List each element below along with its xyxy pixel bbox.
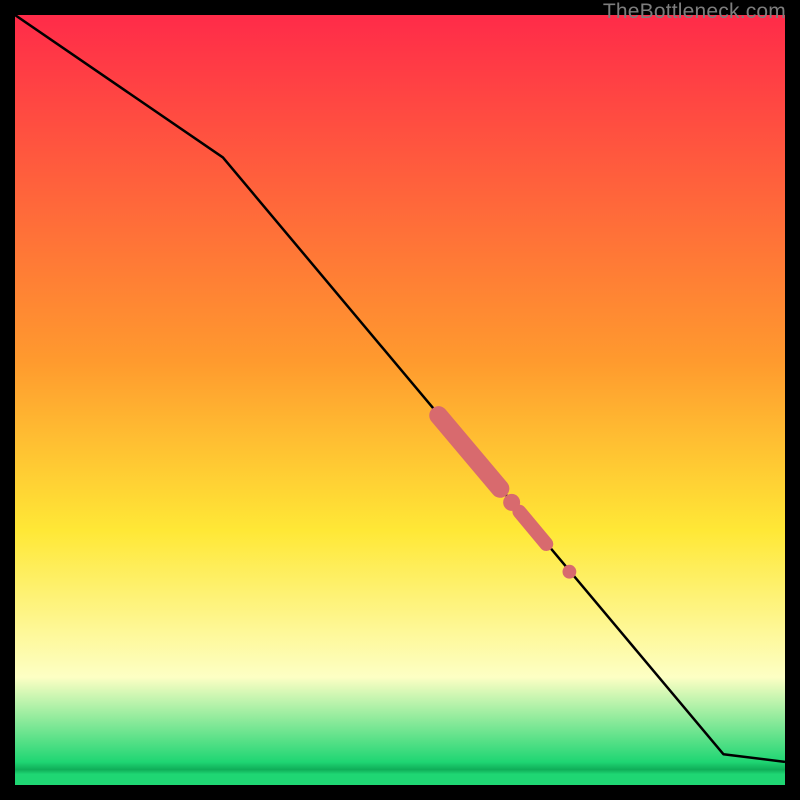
highlight-dot-3 [563, 565, 577, 579]
watermark-text: TheBottleneck.com [603, 0, 786, 24]
highlight-segment-0 [439, 415, 501, 488]
highlight-segment-2 [519, 512, 546, 544]
chart-frame: TheBottleneck.com [0, 0, 800, 800]
bottleneck-curve [15, 15, 785, 762]
plot-area [15, 15, 785, 785]
curve-layer [15, 15, 785, 785]
